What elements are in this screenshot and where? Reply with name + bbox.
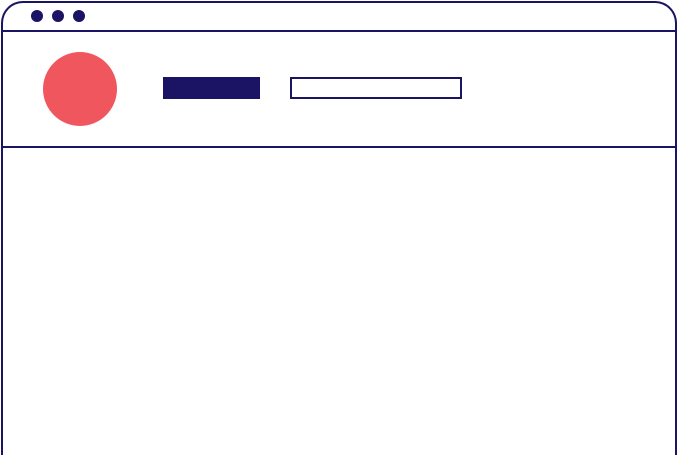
browser-window bbox=[1, 1, 677, 455]
secondary-bar[interactable] bbox=[290, 77, 462, 99]
window-control-dot-2[interactable] bbox=[52, 10, 64, 22]
avatar bbox=[43, 52, 117, 126]
page-header bbox=[3, 32, 675, 148]
title-bar bbox=[3, 3, 675, 32]
content-area bbox=[3, 148, 675, 455]
window-control-dot-3[interactable] bbox=[73, 10, 85, 22]
primary-bar[interactable] bbox=[163, 77, 260, 99]
window-control-dot-1[interactable] bbox=[31, 10, 43, 22]
